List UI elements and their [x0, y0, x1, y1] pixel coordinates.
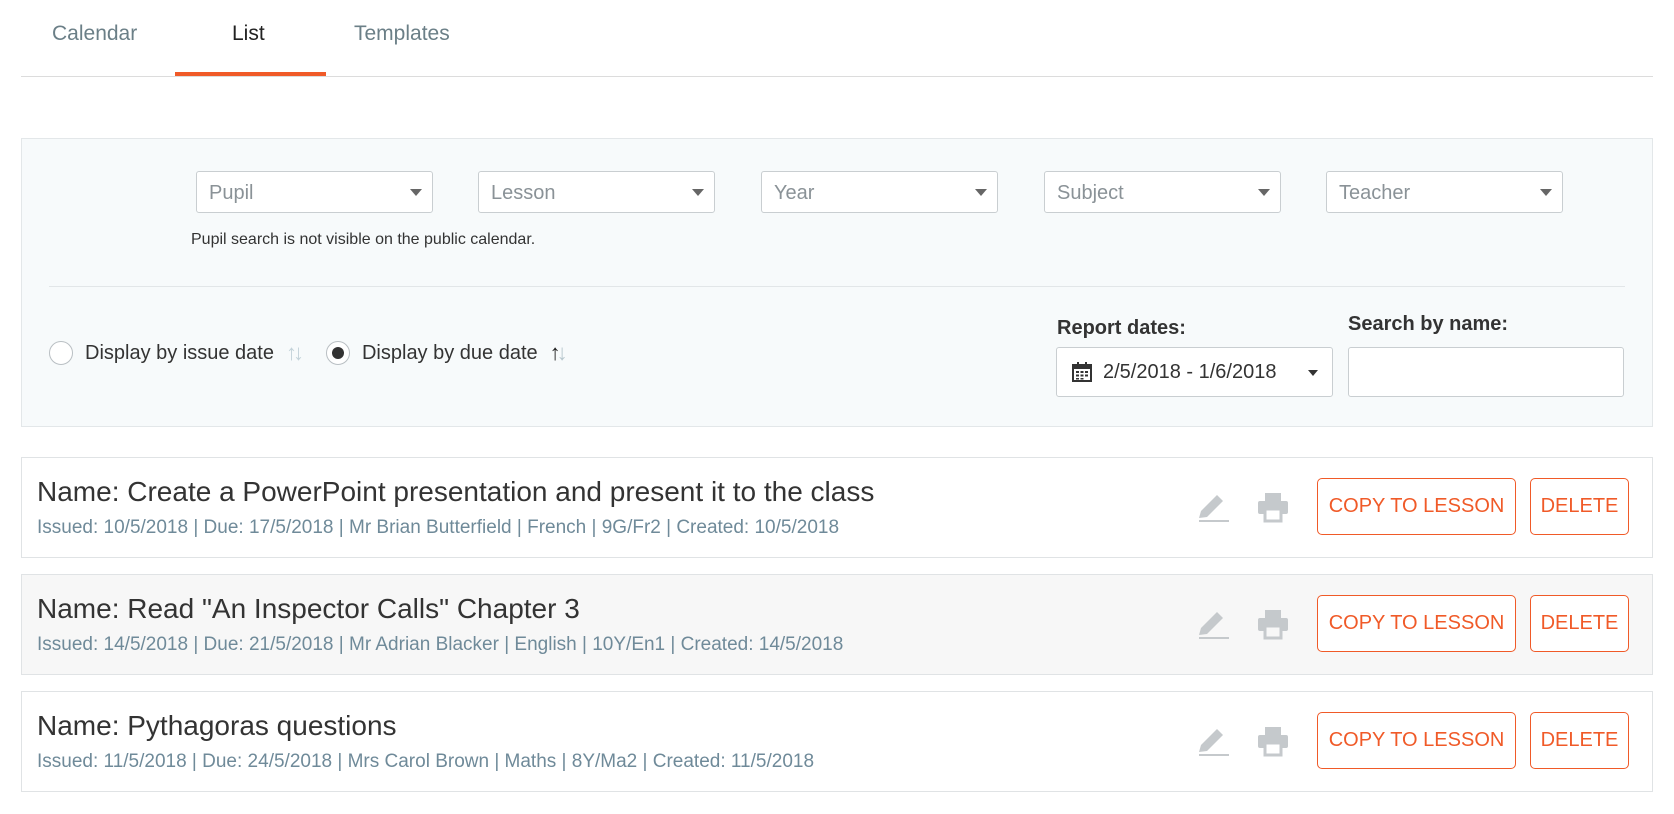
report-dates-label: Report dates:: [1057, 317, 1186, 339]
printer-icon[interactable]: [1255, 724, 1291, 758]
sort-due-icon[interactable]: ↑↓: [550, 342, 568, 364]
delete-button[interactable]: DELETE: [1530, 478, 1629, 535]
homework-name: Name: Pythagoras questions: [37, 710, 397, 741]
search-by-name-label: Search by name:: [1348, 313, 1509, 335]
pupil-dropdown[interactable]: Pupil: [196, 171, 433, 213]
pencil-icon[interactable]: [1195, 724, 1231, 758]
caret-down-icon: [1308, 370, 1318, 376]
view-tabs: Calendar List Templates: [21, 0, 1653, 77]
display-issue-radio[interactable]: [49, 341, 73, 365]
calendar-icon: [1072, 362, 1092, 382]
copy-to-lesson-button[interactable]: COPY TO LESSON: [1317, 712, 1516, 769]
homework-meta: Issued: 14/5/2018 | Due: 21/5/2018 | Mr …: [37, 634, 844, 655]
year-dropdown-placeholder: Year: [774, 182, 815, 204]
display-issue-label: Display by issue date: [85, 341, 274, 364]
pencil-icon[interactable]: [1195, 607, 1231, 641]
display-due-radio[interactable]: [325, 341, 350, 365]
homework-meta: Issued: 10/5/2018 | Due: 17/5/2018 | Mr …: [37, 517, 840, 538]
display-due-label: Display by due date: [361, 341, 538, 364]
filter-divider: [49, 286, 1625, 287]
subject-dropdown[interactable]: Subject: [1044, 171, 1281, 213]
report-dates-value: 2/5/2018 - 1/6/2018: [1103, 361, 1277, 383]
tab-list[interactable]: List: [232, 22, 265, 46]
display-mode-group: Display by issue date ↑↓ Display by due …: [49, 341, 568, 365]
homework-item: Name: Read "An Inspector Calls" Chapter …: [21, 574, 1653, 675]
delete-button[interactable]: DELETE: [1530, 595, 1629, 652]
caret-down-icon: [692, 189, 704, 196]
teacher-dropdown[interactable]: Teacher: [1326, 171, 1563, 213]
homework-name: Name: Read "An Inspector Calls" Chapter …: [37, 593, 580, 624]
lesson-dropdown[interactable]: Lesson: [478, 171, 715, 213]
printer-icon[interactable]: [1255, 607, 1291, 641]
subject-dropdown-placeholder: Subject: [1057, 182, 1124, 204]
pupil-dropdown-placeholder: Pupil: [209, 182, 254, 204]
homework-meta: Issued: 11/5/2018 | Due: 24/5/2018 | Mrs…: [37, 751, 815, 772]
pencil-icon[interactable]: [1195, 490, 1231, 524]
lesson-dropdown-placeholder: Lesson: [491, 182, 556, 204]
active-tab-indicator: [175, 72, 326, 76]
year-dropdown[interactable]: Year: [761, 171, 998, 213]
caret-down-icon: [975, 189, 987, 196]
caret-down-icon: [1258, 189, 1270, 196]
printer-icon[interactable]: [1255, 490, 1291, 524]
homework-name: Name: Create a PowerPoint presentation a…: [37, 476, 875, 507]
tab-templates[interactable]: Templates: [354, 22, 450, 46]
homework-item: Name: Create a PowerPoint presentation a…: [21, 457, 1653, 558]
teacher-dropdown-placeholder: Teacher: [1339, 182, 1411, 204]
copy-to-lesson-button[interactable]: COPY TO LESSON: [1317, 478, 1516, 535]
filter-panel: Pupil Lesson Year Subject Teacher Pupil …: [21, 138, 1653, 427]
homework-item: Name: Pythagoras questions Issued: 11/5/…: [21, 691, 1653, 792]
report-dates-picker[interactable]: 2/5/2018 - 1/6/2018: [1056, 347, 1333, 397]
caret-down-icon: [1540, 189, 1552, 196]
tab-calendar[interactable]: Calendar: [52, 22, 137, 46]
caret-down-icon: [410, 189, 422, 196]
search-by-name-input[interactable]: [1348, 347, 1624, 397]
pupil-search-note: Pupil search is not visible on the publi…: [191, 231, 536, 248]
copy-to-lesson-button[interactable]: COPY TO LESSON: [1317, 595, 1516, 652]
delete-button[interactable]: DELETE: [1530, 712, 1629, 769]
sort-issue-icon[interactable]: ↑↓: [286, 342, 304, 364]
